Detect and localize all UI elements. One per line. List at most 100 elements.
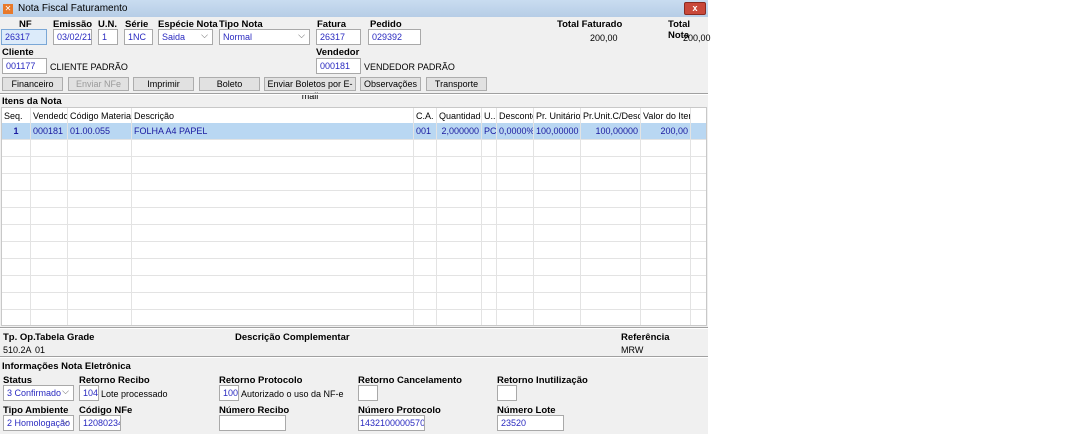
fatura-field[interactable]: 26317 xyxy=(316,29,361,45)
boleto-button[interactable]: Boleto xyxy=(199,77,260,91)
cell xyxy=(641,259,691,275)
items-table: Seq. Vendedor Código Material Descrição C.A.… xyxy=(1,107,707,326)
title-bar: ✕ Nota Fiscal Faturamento x xyxy=(0,0,708,17)
emissao-field[interactable]: 03/02/21 xyxy=(53,29,92,45)
table-row-empty[interactable] xyxy=(2,191,706,208)
cell xyxy=(691,293,706,309)
retorno-protocolo-code[interactable]: 100 xyxy=(219,385,239,401)
column-header: Código Material xyxy=(68,108,132,124)
cell xyxy=(497,242,534,258)
column-header: Valor do Item xyxy=(641,108,691,124)
cell xyxy=(482,191,497,207)
enviar-boletos-email-button[interactable]: Enviar Boletos por E-mail xyxy=(264,77,356,101)
cell xyxy=(482,310,497,325)
cell xyxy=(641,157,691,173)
cell xyxy=(414,310,437,325)
imprimir-button[interactable]: Imprimir xyxy=(133,77,194,91)
cell xyxy=(641,293,691,309)
cell xyxy=(497,208,534,224)
cell: 100,00000 xyxy=(534,123,581,139)
cell xyxy=(2,276,31,292)
retorno-cancelamento-field[interactable] xyxy=(358,385,378,401)
close-button[interactable]: x xyxy=(684,2,706,15)
cell xyxy=(31,225,68,241)
numero-lote-field[interactable]: 23520 xyxy=(497,415,564,431)
cell xyxy=(497,225,534,241)
cell xyxy=(641,208,691,224)
divider xyxy=(0,93,708,95)
cell xyxy=(691,225,706,241)
cell xyxy=(641,276,691,292)
cell xyxy=(497,191,534,207)
vendedor-code-field[interactable]: 000181 xyxy=(316,58,361,74)
cell: 0,0000% xyxy=(497,123,534,139)
table-row-empty[interactable] xyxy=(2,208,706,225)
cell xyxy=(497,259,534,275)
tp-op-label: Tp. Op. xyxy=(3,332,36,343)
tipo-ambiente-select[interactable]: 2 Homologação xyxy=(3,415,74,431)
nf-field[interactable]: 26317 xyxy=(1,29,47,45)
total-nota-value: 200,00 xyxy=(683,33,711,43)
retorno-inutilizacao-field[interactable] xyxy=(497,385,517,401)
numero-protocolo-field[interactable]: 143210000057054 xyxy=(358,415,425,431)
serie-field[interactable]: 1NC xyxy=(124,29,153,45)
cell xyxy=(437,276,482,292)
retorno-recibo-code[interactable]: 104 xyxy=(79,385,99,401)
especie-select[interactable]: Saida xyxy=(158,29,213,45)
cell xyxy=(691,108,706,124)
tipo-nota-select[interactable]: Normal xyxy=(219,29,310,45)
table-row-empty[interactable] xyxy=(2,225,706,242)
cell xyxy=(437,259,482,275)
table-row-empty[interactable] xyxy=(2,174,706,191)
cell xyxy=(132,191,414,207)
cell xyxy=(691,174,706,190)
status-select[interactable]: 3 Confirmado xyxy=(3,385,74,401)
cell xyxy=(691,259,706,275)
pedido-field[interactable]: 029392 xyxy=(368,29,421,45)
observacoes-button[interactable]: Observações xyxy=(360,77,421,91)
cell xyxy=(414,225,437,241)
cell xyxy=(437,225,482,241)
cell xyxy=(534,310,581,325)
table-row-empty[interactable] xyxy=(2,276,706,293)
cell xyxy=(437,140,482,156)
cell xyxy=(581,208,641,224)
transporte-button[interactable]: Transporte xyxy=(426,77,487,91)
cell xyxy=(497,276,534,292)
cell xyxy=(534,276,581,292)
cell xyxy=(132,310,414,325)
cliente-name: CLIENTE PADRÃO xyxy=(50,62,128,72)
cell xyxy=(691,310,706,325)
column-header: Pr.Unit.C/Desc. xyxy=(581,108,641,124)
table-row-empty[interactable] xyxy=(2,293,706,310)
cell xyxy=(497,293,534,309)
cell xyxy=(534,174,581,190)
cell xyxy=(2,208,31,224)
table-row-empty[interactable] xyxy=(2,140,706,157)
table-row-empty[interactable] xyxy=(2,310,706,325)
cell xyxy=(414,208,437,224)
cell xyxy=(691,191,706,207)
cell xyxy=(534,208,581,224)
codigo-nfe-field[interactable]: 120802348 xyxy=(79,415,121,431)
cell xyxy=(497,310,534,325)
table-row-empty[interactable] xyxy=(2,242,706,259)
cell xyxy=(534,259,581,275)
cell: 01.00.055 xyxy=(68,123,132,139)
retorno-recibo-text: Lote processado xyxy=(101,389,168,399)
financeiro-button[interactable]: Financeiro xyxy=(2,77,63,91)
numero-recibo-field[interactable] xyxy=(219,415,286,431)
cell xyxy=(2,259,31,275)
cell: 1 xyxy=(2,123,31,139)
cell xyxy=(68,242,132,258)
cell xyxy=(31,208,68,224)
cell xyxy=(691,242,706,258)
un-field[interactable]: 1 xyxy=(98,29,118,45)
table-row-empty[interactable] xyxy=(2,259,706,276)
cliente-code-field[interactable]: 001177 xyxy=(2,58,47,74)
cliente-label: Cliente xyxy=(2,47,34,58)
enviar-nfe-button[interactable]: Enviar NFe xyxy=(68,77,129,91)
cell xyxy=(482,208,497,224)
table-row-empty[interactable] xyxy=(2,157,706,174)
table-row[interactable]: 1 000181 01.00.055 FOLHA A4 PAPEL 001 2,00000… xyxy=(2,123,706,140)
